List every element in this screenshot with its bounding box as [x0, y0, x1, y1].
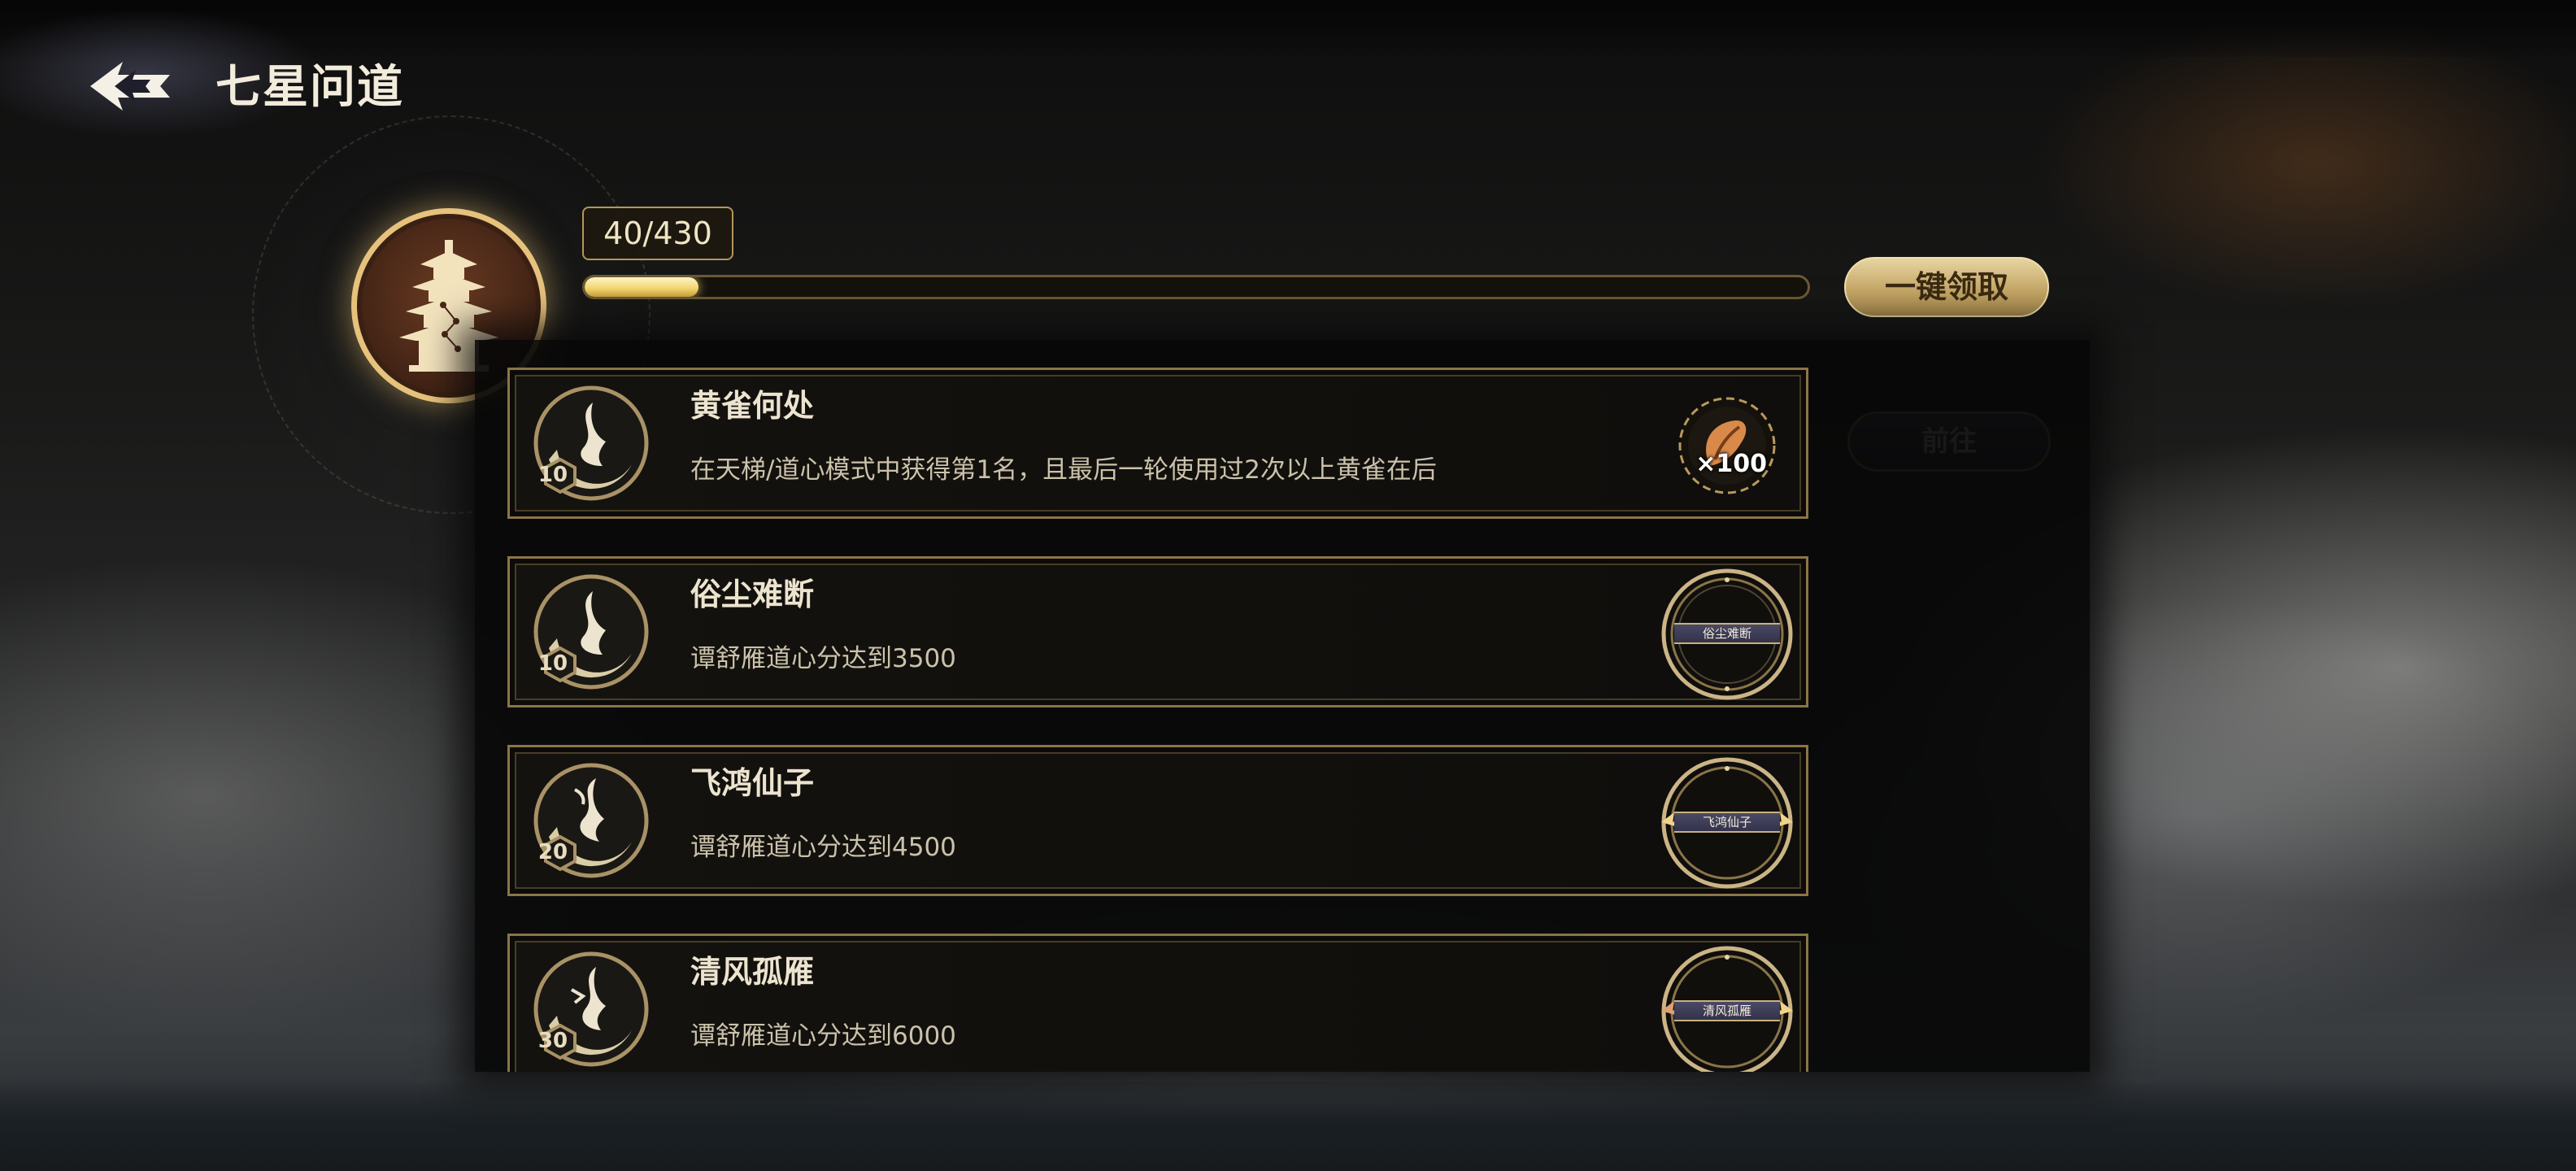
- progress-bar-fill: [585, 277, 698, 297]
- page-title: 七星问道: [215, 60, 404, 114]
- task-card[interactable]: 30 清风孤雁 谭舒雁道心分达到6000 清风孤雁: [507, 934, 1808, 1072]
- task-card[interactable]: 10 俗尘难断 谭舒雁道心分达到3500 俗尘难断: [507, 556, 1808, 707]
- crescent-badge-icon: [533, 574, 649, 690]
- task-title: 俗尘难断: [690, 577, 815, 612]
- task-card[interactable]: 20 飞鸿仙子 谭舒雁道心分达到4500 飞鸿仙子: [507, 745, 1808, 896]
- task-reward: 清风孤雁: [1656, 941, 1798, 1072]
- crescent-badge-icon: [533, 385, 649, 501]
- task-card[interactable]: 10 黄雀何处 在天梯/道心模式中获得第1名，且最后一轮使用过2次以上黄雀在后 …: [507, 368, 1808, 519]
- frame-label: 飞鸿仙子: [1674, 812, 1780, 833]
- progress-bar: [582, 275, 1810, 299]
- task-reward: 俗尘难断: [1656, 564, 1798, 705]
- task-level-badge: 20: [537, 840, 568, 864]
- task-level-badge: 30: [537, 1029, 568, 1053]
- task-level-badge: 10: [537, 651, 568, 676]
- bottom-water-band: [0, 1082, 2576, 1171]
- double-arrow-left-icon: [90, 62, 170, 111]
- back-button[interactable]: [81, 54, 179, 119]
- task-description: 谭舒雁道心分达到4500: [690, 833, 956, 862]
- task-description: 在天梯/道心模式中获得第1名，且最后一轮使用过2次以上黄雀在后: [690, 455, 1437, 485]
- frame-label: 清风孤雁: [1674, 1000, 1780, 1021]
- task-list[interactable]: 10 黄雀何处 在天梯/道心模式中获得第1名，且最后一轮使用过2次以上黄雀在后 …: [475, 340, 2090, 1072]
- task-title: 飞鸿仙子: [690, 765, 815, 801]
- crescent-badge-icon: [533, 763, 649, 878]
- task-title: 清风孤雁: [690, 954, 815, 990]
- feather-token-icon: [1678, 397, 1776, 494]
- task-reward: 飞鸿仙子: [1656, 752, 1798, 894]
- task-reward: ×100: [1656, 375, 1798, 516]
- game-screen: 七星问道 40/430 一键领取 10 黄雀何处 在天梯/道心模式中获得第1名，…: [0, 0, 2576, 1171]
- task-description: 谭舒雁道心分达到6000: [690, 1021, 956, 1051]
- claim-all-button[interactable]: 一键领取: [1844, 257, 2049, 317]
- frame-label: 俗尘难断: [1674, 623, 1780, 644]
- task-level-badge: 10: [537, 463, 568, 487]
- task-description: 谭舒雁道心分达到3500: [690, 644, 956, 673]
- task-title: 黄雀何处: [690, 388, 815, 424]
- reward-quantity: ×100: [1695, 450, 1767, 478]
- progress-count: 40/430: [582, 207, 733, 260]
